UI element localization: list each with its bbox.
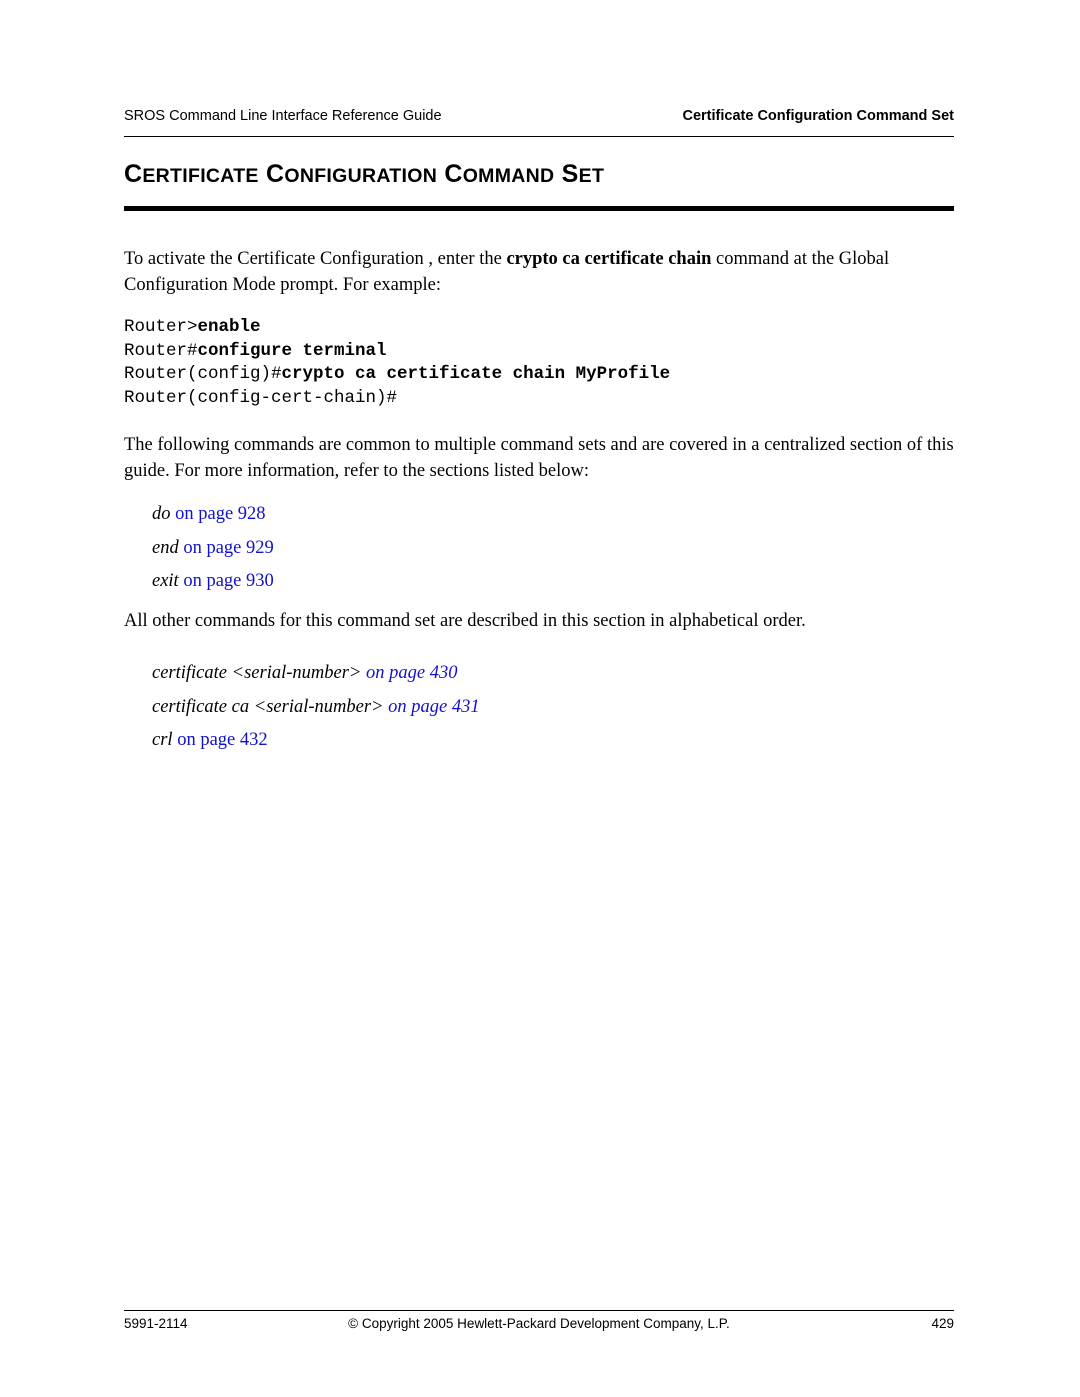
code-line-1-prompt: Router> <box>124 317 198 337</box>
footer-copyright: © Copyright 2005 Hewlett-Packard Develop… <box>348 1316 730 1331</box>
document-page: SROS Command Line Interface Reference Gu… <box>0 0 1080 1397</box>
running-header: SROS Command Line Interface Reference Gu… <box>124 108 954 124</box>
intro-bold-command: crypto ca certificate chain <box>506 249 712 269</box>
footer-divider <box>124 1310 954 1311</box>
code-line-3-command: crypto ca certificate chain MyProfile <box>281 364 671 384</box>
xref-command-certificate: certificate <box>152 663 232 683</box>
xref-link-do[interactable]: on page 928 <box>175 504 265 524</box>
list-item[interactable]: exit on page 930 <box>152 565 274 599</box>
common-command-links: do on page 928 end on page 929 exit on p… <box>152 498 274 599</box>
intro-text-part1: To activate the Certificate Configuratio… <box>124 249 507 269</box>
code-line-4-prompt: Router(config-cert-chain)# <box>124 387 398 408</box>
code-line-3-prompt: Router(config)# <box>124 364 282 384</box>
xref-link-end[interactable]: on page 929 <box>183 538 273 558</box>
xref-arg-certificate-ca: <serial-number> <box>253 696 384 717</box>
xref-command-do: do <box>152 504 171 524</box>
footer-document-number: 5991-2114 <box>124 1316 188 1331</box>
page-title-text: CERTIFICATE CONFIGURATION COMMAND SET <box>124 160 605 188</box>
xref-arg-certificate: <serial-number> <box>231 663 362 683</box>
page-title: CERTIFICATE CONFIGURATION COMMAND SET <box>124 160 604 189</box>
list-item[interactable]: do on page 928 <box>152 498 274 532</box>
common-commands-paragraph: The following commands are common to mul… <box>124 435 954 481</box>
header-divider <box>124 136 954 137</box>
list-item[interactable]: certificate <serial-number> on page 430 <box>152 657 480 691</box>
page-footer: 5991-2114 © Copyright 2005 Hewlett-Packa… <box>124 1316 954 1331</box>
other-command-links: certificate <serial-number> on page 430 … <box>152 657 480 758</box>
alphabetical-order-paragraph: All other commands for this command set … <box>124 611 806 631</box>
xref-link-exit[interactable]: on page 930 <box>183 571 273 591</box>
footer-page-number: 429 <box>931 1316 954 1331</box>
running-header-right: Certificate Configuration Command Set <box>682 108 955 124</box>
xref-command-certificate-ca: certificate ca <box>152 696 254 717</box>
xref-link-certificate[interactable]: on page 430 <box>361 663 457 683</box>
list-item[interactable]: crl on page 432 <box>152 724 480 758</box>
list-item[interactable]: end on page 929 <box>152 532 274 566</box>
title-divider <box>124 206 954 211</box>
intro-paragraph: To activate the Certificate Configuratio… <box>124 246 954 298</box>
xref-link-certificate-ca[interactable]: on page 431 <box>384 697 479 717</box>
list-item[interactable]: certificate ca <serial-number> on page 4… <box>152 691 480 725</box>
xref-link-crl[interactable]: on page 432 <box>177 730 267 750</box>
code-line-2-prompt: Router# <box>124 340 198 361</box>
xref-command-crl: crl <box>152 730 178 750</box>
running-header-left: SROS Command Line Interface Reference Gu… <box>124 108 442 124</box>
example-code-block: Router>enable Router#configure terminal … <box>124 316 670 410</box>
code-line-2-command: configure terminal <box>197 340 387 361</box>
xref-command-exit: exit <box>152 571 179 591</box>
code-line-1-command: enable <box>197 317 261 337</box>
xref-command-end: end <box>152 537 179 558</box>
